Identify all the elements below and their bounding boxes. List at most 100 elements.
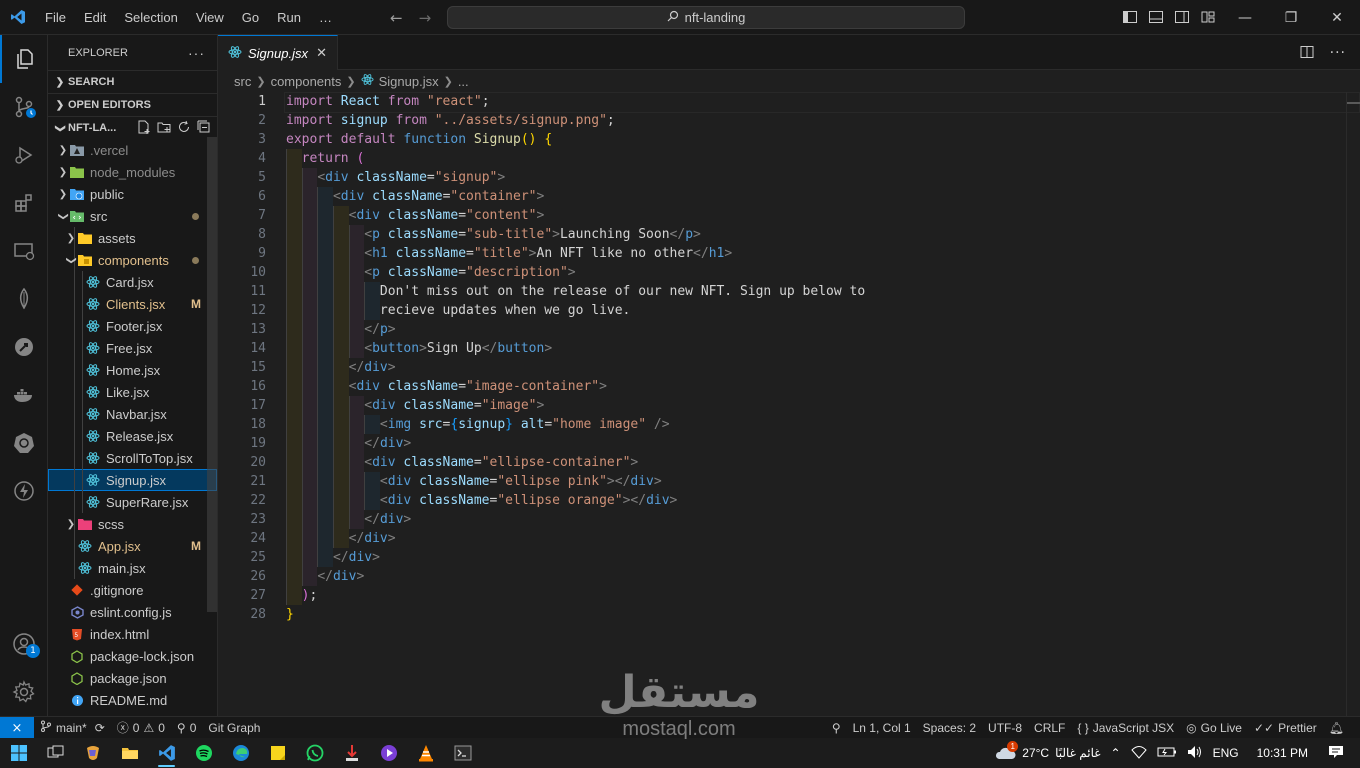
tree-file[interactable]: Navbar.jsx — [48, 403, 217, 425]
edge-app-icon[interactable] — [222, 738, 259, 768]
kubernetes-icon[interactable] — [0, 419, 48, 467]
tree-file[interactable]: .gitignore — [48, 579, 217, 601]
copilot-app-icon[interactable] — [74, 738, 111, 768]
project-section-header[interactable]: ❯ NFT-LA... — [48, 116, 217, 139]
tree-file[interactable]: Home.jsx — [48, 359, 217, 381]
restore-icon[interactable]: ❐ — [1268, 0, 1314, 35]
code-line[interactable]: import React from "react"; — [283, 92, 1360, 113]
code-line[interactable]: <button>Sign Up</button> — [286, 339, 865, 358]
toggle-primary-sidebar-icon[interactable] — [1122, 9, 1138, 25]
notifications-bell-icon[interactable]: 🔔︎ — [1323, 721, 1350, 735]
code-line[interactable]: <div className="content"> — [286, 206, 865, 225]
code-line[interactable]: <img src={signup} alt="home image" /> — [286, 415, 865, 434]
tree-file[interactable]: Card.jsx — [48, 271, 217, 293]
tree-folder[interactable]: ❯ node_modules — [48, 161, 217, 183]
code-content[interactable]: import React from "react"; import signup … — [283, 92, 1360, 624]
code-line[interactable]: </div> — [286, 358, 865, 377]
language-mode[interactable]: { } JavaScript JSX — [1071, 721, 1180, 735]
open-editors-section-header[interactable]: ❯ OPEN EDITORS — [48, 93, 217, 116]
code-line[interactable]: <div className="image"> — [286, 396, 865, 415]
encoding[interactable]: UTF-8 — [982, 721, 1028, 735]
collapse-all-icon[interactable] — [197, 120, 211, 137]
run-debug-icon[interactable] — [0, 131, 48, 179]
breadcrumb-file[interactable]: Signup.jsx — [379, 74, 439, 89]
mongodb-icon[interactable] — [0, 275, 48, 323]
end-of-line[interactable]: CRLF — [1028, 721, 1071, 735]
minimize-icon[interactable]: — — [1222, 0, 1268, 35]
tree-file[interactable]: App.jsx M — [48, 535, 217, 557]
thunder-client-icon[interactable] — [0, 467, 48, 515]
menu-item[interactable]: … — [310, 10, 341, 25]
refresh-icon[interactable] — [177, 120, 191, 137]
command-center-search[interactable]: nft-landing — [447, 6, 965, 29]
tree-file[interactable]: main.jsx — [48, 557, 217, 579]
sidebar-scrollbar[interactable] — [207, 137, 217, 612]
downloader-app-icon[interactable] — [333, 738, 370, 768]
problems-indicator[interactable]: ⓧ 0 ⚠ 0 — [111, 719, 171, 736]
input-language[interactable]: ENG — [1213, 746, 1239, 760]
code-line[interactable]: </div> — [286, 510, 865, 529]
code-editor[interactable]: 1 2 3 4 5 6 7 8 9 10 11 12 13 14 15 16 17 18 19 20 21 22 23 24 2… — [218, 92, 1360, 716]
tree-file[interactable]: package.json — [48, 667, 217, 689]
search-section-header[interactable]: ❯ SEARCH — [48, 70, 217, 93]
extensions-icon[interactable] — [0, 179, 48, 227]
code-line[interactable]: return ( — [286, 149, 865, 168]
code-line[interactable]: import signup from "../assets/signup.png… — [286, 111, 865, 130]
clock[interactable]: 10:31 PM — [1257, 746, 1308, 760]
close-tab-icon[interactable]: ✕ — [316, 45, 327, 61]
breadcrumb-symbols[interactable]: ... — [458, 74, 469, 89]
vlc-app-icon[interactable] — [407, 738, 444, 768]
code-line[interactable]: <p className="description"> — [286, 263, 865, 282]
new-file-icon[interactable] — [137, 120, 151, 137]
windows-start-icon[interactable] — [0, 738, 37, 768]
file-explorer-app-icon[interactable] — [111, 738, 148, 768]
weather-widget[interactable]: 1 27°C غائم غالبًا — [994, 741, 1101, 761]
split-editor-icon[interactable] — [1300, 45, 1314, 63]
code-line[interactable]: ); — [286, 586, 865, 605]
tree-file[interactable]: 5 index.html — [48, 623, 217, 645]
tree-folder[interactable]: ❯ src — [48, 205, 217, 227]
code-line[interactable]: </p> — [286, 320, 865, 339]
new-folder-icon[interactable] — [157, 120, 171, 137]
go-live-button[interactable]: ◎ Go Live — [1180, 721, 1248, 735]
menu-item[interactable]: File — [36, 10, 75, 25]
notification-center-icon[interactable] — [1328, 744, 1344, 763]
code-line[interactable]: <div className="ellipse-container"> — [286, 453, 865, 472]
code-line[interactable]: <div className="ellipse pink"></div> — [286, 472, 865, 491]
tree-file[interactable]: eslint.config.js — [48, 601, 217, 623]
indentation[interactable]: Spaces: 2 — [917, 721, 982, 735]
vscode-app-icon[interactable] — [148, 738, 185, 768]
breadcrumb-components[interactable]: components — [271, 74, 342, 89]
tab-signup-jsx[interactable]: Signup.jsx ✕ — [218, 35, 338, 70]
code-line[interactable]: <h1 className="title">An NFT like no oth… — [286, 244, 865, 263]
tree-file[interactable]: Signup.jsx — [48, 469, 217, 491]
explorer-icon[interactable] — [0, 35, 48, 83]
back-arrow-icon[interactable]: ← — [390, 9, 403, 27]
cursor-position[interactable]: Ln 1, Col 1 — [847, 721, 917, 735]
branch-indicator[interactable]: main* ⟳ — [34, 720, 111, 735]
terminal-app-icon[interactable] — [444, 738, 481, 768]
tree-folder[interactable]: ❯ components — [48, 249, 217, 271]
remote-explorer-icon[interactable] — [0, 227, 48, 275]
whatsapp-app-icon[interactable] — [296, 738, 333, 768]
settings-gear-icon[interactable] — [0, 668, 48, 716]
tree-folder[interactable]: ❯ scss — [48, 513, 217, 535]
tree-file[interactable]: Footer.jsx — [48, 315, 217, 337]
code-line[interactable]: </div> — [286, 529, 865, 548]
git-graph-button[interactable]: Git Graph — [202, 721, 266, 735]
code-line[interactable]: <div className="signup"> — [286, 168, 865, 187]
menu-item[interactable]: View — [187, 10, 233, 25]
tray-overflow-chevron-icon[interactable]: ⌃ — [1111, 746, 1121, 760]
speaker-icon[interactable] — [1187, 745, 1203, 762]
breadcrumb-src[interactable]: src — [234, 74, 251, 89]
git-graph-icon[interactable] — [0, 323, 48, 371]
menu-item[interactable]: Run — [268, 10, 310, 25]
code-line[interactable]: Don't miss out on the release of our new… — [286, 282, 865, 301]
network-icon[interactable] — [1130, 744, 1147, 763]
toggle-panel-icon[interactable] — [1148, 9, 1164, 25]
tree-file[interactable]: README.md — [48, 689, 217, 711]
code-line[interactable]: <div className="image-container"> — [286, 377, 865, 396]
tree-file[interactable]: Clients.jsx M — [48, 293, 217, 315]
customize-layout-icon[interactable] — [1200, 9, 1216, 25]
ports-indicator[interactable]: ⚲ 0 — [171, 721, 202, 735]
